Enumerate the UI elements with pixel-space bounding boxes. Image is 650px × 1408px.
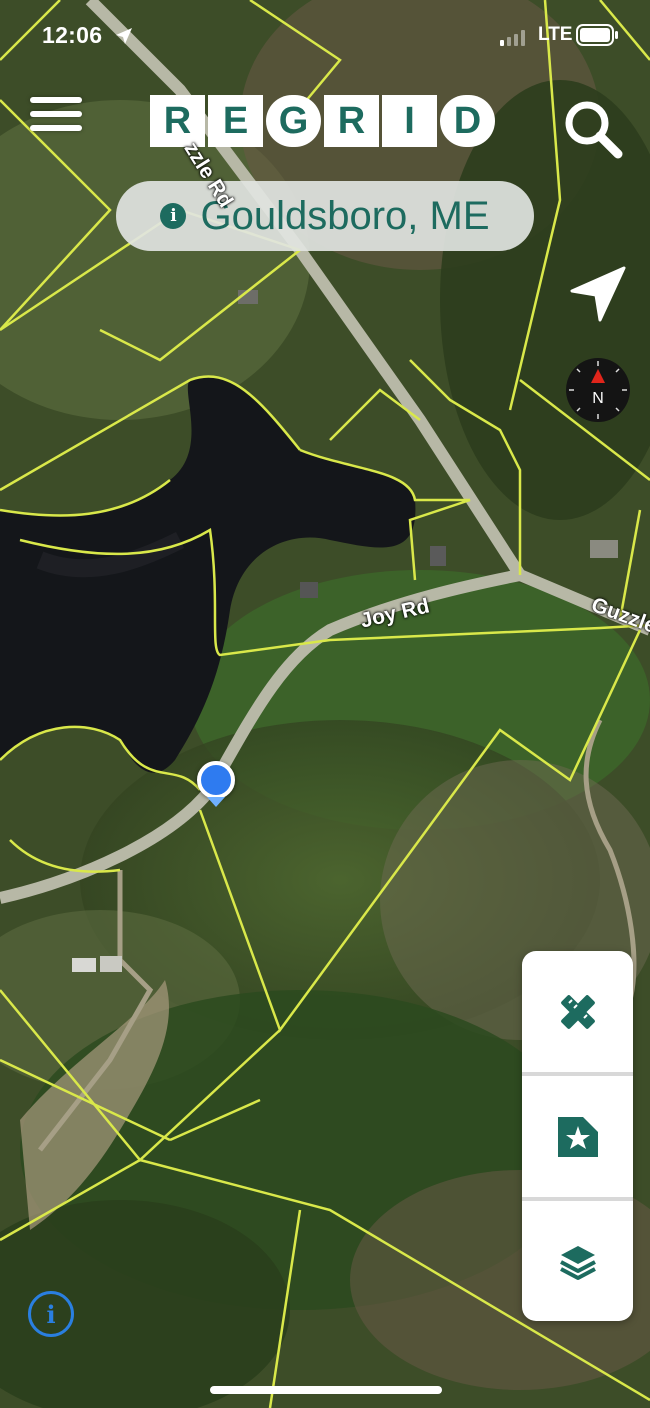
compass-north-label: N <box>592 390 604 407</box>
network-type: LTE <box>538 24 573 45</box>
location-label: Gouldsboro, ME <box>200 193 490 238</box>
search-icon[interactable] <box>560 96 626 162</box>
saved-places-button[interactable] <box>522 1076 633 1197</box>
home-indicator[interactable] <box>210 1386 442 1394</box>
tool-panel <box>522 951 633 1321</box>
navigation-arrow-icon[interactable] <box>568 264 628 324</box>
status-bar: 12:06 LTE <box>0 20 650 54</box>
location-services-icon <box>116 28 132 44</box>
layers-icon <box>559 1245 596 1280</box>
info-icon: i <box>160 203 187 229</box>
menu-icon[interactable] <box>30 97 82 141</box>
battery-icon <box>576 24 618 46</box>
logo-letter: I <box>382 95 437 147</box>
layers-button[interactable] <box>522 1201 633 1321</box>
logo-letter: G <box>266 95 321 147</box>
logo-letter: E <box>208 95 263 147</box>
heading-indicator <box>207 797 225 807</box>
user-location-dot <box>197 761 235 799</box>
info-icon[interactable]: i <box>28 1291 74 1337</box>
star-bookmark-icon <box>557 1116 598 1157</box>
compass-icon[interactable]: N <box>565 357 631 423</box>
draw-tools-button[interactable] <box>522 951 633 1072</box>
logo-letter: R <box>324 95 379 147</box>
signal-strength-icon <box>500 30 525 46</box>
status-time: 12:06 <box>42 22 103 48</box>
logo-letter: D <box>440 95 495 147</box>
regrid-logo: R E G R I D <box>150 95 495 147</box>
location-pill[interactable]: i Gouldsboro, ME <box>116 181 534 251</box>
pencil-ruler-icon <box>560 994 595 1029</box>
